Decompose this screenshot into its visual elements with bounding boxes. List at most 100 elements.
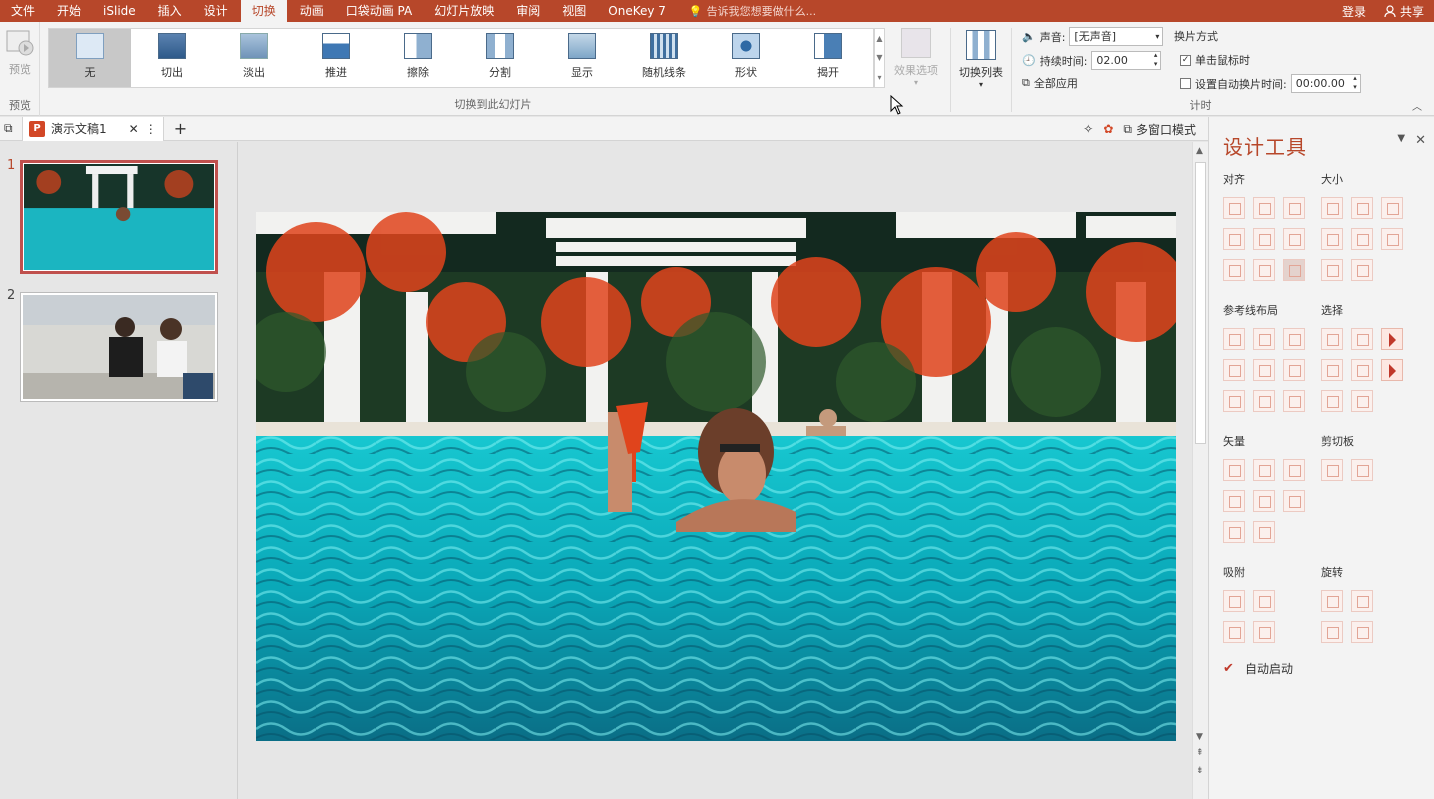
guide-left-icon[interactable] (1223, 328, 1245, 350)
guide-grid-icon[interactable] (1283, 390, 1305, 412)
intersect-icon[interactable] (1223, 490, 1245, 512)
pointer-icon[interactable] (1381, 359, 1403, 381)
distribute-vertical-icon[interactable] (1253, 259, 1275, 281)
spinner-icon[interactable]: ▴ ▾ (1154, 51, 1158, 69)
effect-options-button[interactable]: 效果选项 ▾ (888, 28, 944, 87)
select-same-icon[interactable] (1321, 328, 1343, 350)
preview-button[interactable]: 预览 (4, 28, 36, 77)
align-middle-icon[interactable] (1253, 228, 1275, 250)
window-icon[interactable]: ⧉ (4, 121, 13, 136)
guide-down-icon[interactable] (1283, 359, 1305, 381)
transition-random-bars[interactable]: 随机线条 (623, 29, 705, 87)
tab-pocket-animation[interactable]: 口袋动画 PA (335, 0, 424, 22)
same-height-icon[interactable] (1351, 197, 1373, 219)
distribute-horizontal-icon[interactable] (1223, 259, 1245, 281)
close-panel-icon[interactable]: ✕ (1415, 133, 1426, 148)
align-top-icon[interactable] (1223, 228, 1245, 250)
rotate-horizontal-icon[interactable] (1351, 590, 1373, 612)
select-group-icon[interactable] (1351, 328, 1373, 350)
add-tab-icon[interactable]: + (174, 119, 187, 138)
close-tab-icon[interactable]: ✕ (129, 122, 139, 136)
slide-thumbnail-1[interactable] (20, 160, 218, 274)
vertical-scrollbar[interactable]: ▲ ▼ ⇞ ⇟ (1192, 142, 1208, 799)
after-time-input[interactable]: 00:00.00 ▴ ▾ (1290, 74, 1361, 93)
flip-vertical-icon[interactable] (1321, 621, 1343, 643)
transition-cut[interactable]: 切出 (131, 29, 213, 87)
tab-file[interactable]: 文件 (0, 0, 46, 22)
panel-menu-icon[interactable]: ▼ (1397, 133, 1405, 148)
login-link[interactable]: 登录 (1342, 3, 1366, 20)
tab-home[interactable]: 开始 (46, 0, 92, 22)
sound-select[interactable]: [无声音] ▾ (1069, 27, 1164, 46)
more-icon[interactable]: ⋮ (145, 122, 157, 136)
match-width-icon[interactable] (1321, 228, 1343, 250)
tab-design[interactable]: 设计 (193, 0, 239, 22)
text-icon[interactable] (1223, 521, 1245, 543)
transition-shape[interactable]: 形状 (705, 29, 787, 87)
next-slide-icon[interactable]: ⇟ (1196, 766, 1204, 776)
flip-horizontal-icon[interactable] (1351, 621, 1373, 643)
tab-review[interactable]: 审阅 (505, 0, 551, 22)
transition-wipe[interactable]: 擦除 (377, 29, 459, 87)
transition-none[interactable]: 无 (49, 29, 131, 87)
tab-islide[interactable]: iSlide (92, 0, 147, 22)
tell-me-box[interactable]: 💡 告诉我您想要做什么... (689, 3, 816, 19)
fragment-icon[interactable] (1283, 459, 1305, 481)
align-right-icon[interactable] (1283, 197, 1305, 219)
snap-bottom-icon[interactable] (1253, 621, 1275, 643)
stretch-right-icon[interactable] (1351, 259, 1373, 281)
tab-onekey[interactable]: OneKey 7 (597, 0, 677, 22)
duration-input[interactable]: 02.00 ▴ ▾ (1091, 51, 1162, 70)
subtract-icon[interactable] (1253, 490, 1275, 512)
match-height-icon[interactable] (1351, 228, 1373, 250)
transition-push[interactable]: 推进 (295, 29, 377, 87)
gallery-scroll[interactable]: ▲ ▼ ▾ (874, 28, 885, 88)
tab-animations[interactable]: 动画 (289, 0, 335, 22)
stretch-left-icon[interactable] (1321, 259, 1343, 281)
swap-size-icon[interactable] (1381, 228, 1403, 250)
share-button[interactable]: 共享 (1384, 3, 1424, 20)
select-pair-icon[interactable] (1321, 390, 1343, 412)
copy-icon[interactable] (1321, 459, 1343, 481)
transition-fade[interactable]: 淡出 (213, 29, 295, 87)
align-left-icon[interactable] (1223, 197, 1245, 219)
select-similar-icon[interactable] (1321, 359, 1343, 381)
current-slide[interactable] (256, 212, 1176, 741)
scroll-up-icon[interactable]: ▲ (876, 34, 882, 43)
snap-top-icon[interactable] (1223, 621, 1245, 643)
guide-middle-icon[interactable] (1253, 359, 1275, 381)
rotate-vertical-icon[interactable] (1321, 590, 1343, 612)
switch-list-button[interactable]: 切换列表 ▾ (950, 28, 1012, 112)
align-center-icon[interactable] (1253, 197, 1275, 219)
guide-up-icon[interactable] (1223, 359, 1245, 381)
apply-all-button[interactable]: ⧉ 全部应用 (1022, 75, 1078, 91)
settings-gear-icon[interactable]: ✿ (1103, 122, 1113, 136)
gallery-more-icon[interactable]: ▾ (877, 73, 881, 82)
distribute-grid-icon[interactable] (1283, 259, 1305, 281)
outline-icon[interactable] (1283, 490, 1305, 512)
combine-icon[interactable] (1253, 459, 1275, 481)
align-bottom-icon[interactable] (1283, 228, 1305, 250)
slide-thumbnail-2[interactable] (20, 292, 218, 402)
guide-vspread-icon[interactable] (1253, 390, 1275, 412)
collapse-ribbon-icon[interactable]: ︿ (1412, 98, 1422, 113)
select-layer-icon[interactable] (1351, 359, 1373, 381)
pin-icon[interactable]: ✧ (1083, 122, 1093, 136)
prev-slide-icon[interactable]: ⇞ (1196, 748, 1204, 758)
scroll-down-icon[interactable]: ▼ (876, 53, 882, 62)
paste-icon[interactable] (1351, 459, 1373, 481)
multi-window-button[interactable]: ⧉ 多窗口模式 (1123, 121, 1196, 138)
guide-right-icon[interactable] (1283, 328, 1305, 350)
select-back-icon[interactable] (1351, 390, 1373, 412)
snap-right-icon[interactable] (1253, 590, 1275, 612)
transition-split[interactable]: 分割 (459, 29, 541, 87)
guide-center-icon[interactable] (1253, 328, 1275, 350)
scroll-down-icon[interactable]: ▼ (1196, 732, 1203, 742)
edit-points-icon[interactable] (1253, 521, 1275, 543)
tab-insert[interactable]: 插入 (147, 0, 193, 22)
scroll-up-icon[interactable]: ▲ (1196, 146, 1203, 156)
spinner-icon[interactable]: ▴ ▾ (1353, 74, 1357, 92)
auto-start-option[interactable]: ✔ 自动启动 (1223, 660, 1293, 677)
on-click-checkbox[interactable]: ✓ (1180, 54, 1191, 66)
scrollbar-thumb[interactable] (1195, 162, 1206, 444)
